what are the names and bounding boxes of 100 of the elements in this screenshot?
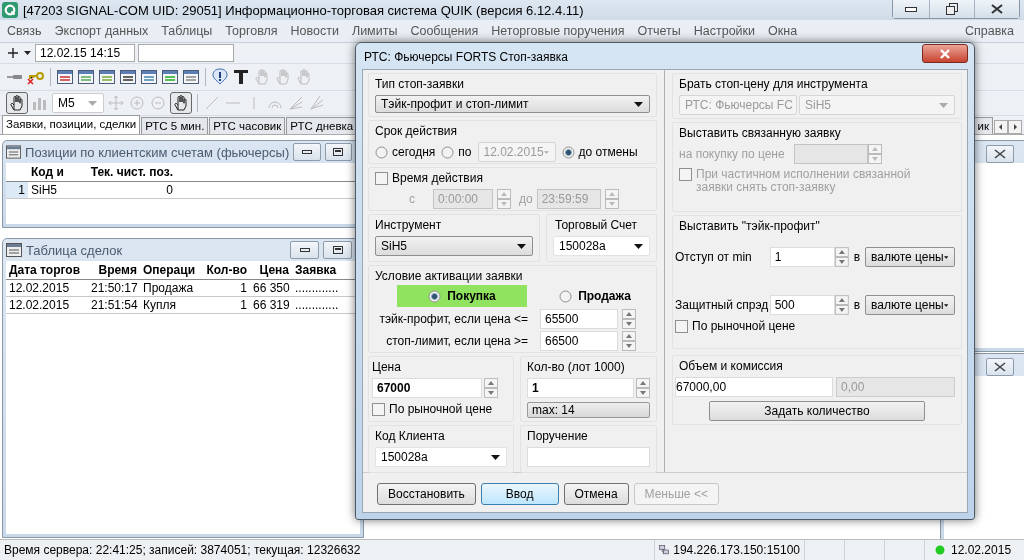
restore-button[interactable] xyxy=(929,0,974,18)
menu-item[interactable]: Торговля xyxy=(218,24,284,38)
column-header[interactable]: Код и xyxy=(28,163,80,181)
spinner-buttons[interactable] xyxy=(622,309,636,329)
caret-icon xyxy=(491,454,500,460)
client-code-dropdown[interactable]: 150028a xyxy=(375,447,507,467)
table-icon[interactable] xyxy=(98,68,116,86)
close-button[interactable] xyxy=(922,44,968,63)
radio-button[interactable] xyxy=(559,289,573,303)
hand-icon[interactable] xyxy=(8,94,26,112)
field-label: с xyxy=(409,192,416,206)
column-header[interactable]: Операци xyxy=(140,261,200,279)
radio-button[interactable] xyxy=(441,145,455,159)
checkbox[interactable] xyxy=(372,402,385,416)
commission-field: 0,00 xyxy=(836,377,955,397)
menu-item[interactable]: Новости xyxy=(283,24,345,38)
spinner-buttons[interactable] xyxy=(622,331,636,351)
dialog-button[interactable]: Восстановить xyxy=(377,483,476,505)
spinner-buttons[interactable] xyxy=(484,378,498,398)
server-address: 194.226.173.150:15100 xyxy=(673,543,800,557)
menu-item[interactable]: Отчеты xyxy=(630,24,687,38)
checkbox[interactable] xyxy=(675,319,688,333)
menu-item[interactable]: Неторговые поручения xyxy=(484,24,631,38)
column-header[interactable]: Дата торгов xyxy=(6,261,88,279)
group-label: Цена xyxy=(372,360,402,374)
instruction-field[interactable] xyxy=(527,447,650,467)
account-dropdown[interactable]: 150028a xyxy=(553,236,650,256)
quantity-field[interactable]: 1 xyxy=(527,378,634,398)
spinner-buttons[interactable] xyxy=(636,378,650,398)
table-cell-text: Купля xyxy=(142,297,177,313)
tab[interactable]: Заявки, позиции, сделки xyxy=(2,115,141,134)
dropdown-arrow-icon[interactable] xyxy=(23,49,32,57)
menu-item[interactable]: Экспорт данных xyxy=(47,24,155,38)
price-field[interactable]: 66500 xyxy=(540,331,618,351)
spinner-buttons[interactable] xyxy=(834,247,849,267)
column-header[interactable]: Тек. чист. поз. xyxy=(80,163,176,181)
interval-dropdown[interactable]: M5 xyxy=(52,93,104,113)
minimize-button[interactable] xyxy=(290,241,319,259)
scroll-left-icon[interactable] xyxy=(994,120,1008,134)
dialog-button[interactable]: Отмена xyxy=(563,483,629,505)
close-button[interactable] xyxy=(974,0,1019,18)
menu-item[interactable]: Сообщения xyxy=(403,24,485,38)
minimize-button[interactable] xyxy=(893,0,929,18)
close-button[interactable] xyxy=(986,145,1014,163)
tab[interactable]: РТС 5 мин. xyxy=(141,117,209,134)
menu-item[interactable]: Справка xyxy=(957,24,1020,38)
column-header[interactable]: Кол-во xyxy=(200,261,250,279)
menu-item[interactable]: Настройки xyxy=(686,24,762,38)
group-label: Брать стоп-цену для инструмента xyxy=(679,77,869,91)
window-title: [47203 SIGNAL-COM UID: 29051] Информационно-торговая система QUIK (версия 6.12.4.11) xyxy=(23,2,584,18)
field-label: в xyxy=(853,250,860,264)
minimize-button[interactable] xyxy=(293,143,321,161)
table-cell-text: 12.02.2015 xyxy=(8,280,71,296)
radio-button[interactable] xyxy=(561,145,575,159)
column-header[interactable]: Заявка xyxy=(292,261,350,279)
tab[interactable]: РТС дневка xyxy=(286,117,358,134)
maximize-button[interactable] xyxy=(324,143,352,161)
text-tool-icon[interactable] xyxy=(232,68,250,86)
tab[interactable]: РТС часовик xyxy=(209,117,286,134)
table-cell-text: 0 xyxy=(165,182,174,198)
order-type-dropdown[interactable]: Тэйк-профит и стоп-лимит xyxy=(375,95,650,113)
group-label: Торговый Счет xyxy=(554,218,639,232)
instrument-dropdown[interactable]: SiH5 xyxy=(375,236,533,256)
table-icon[interactable] xyxy=(77,68,95,86)
window-title: Позиции по клиентским счетам (фьючерсы) xyxy=(25,144,290,160)
column-header[interactable]: Время xyxy=(88,261,140,279)
menu-item[interactable]: Лимиты xyxy=(344,24,404,38)
scroll-right-icon[interactable] xyxy=(1008,120,1022,134)
dialog-button[interactable]: Ввод xyxy=(480,483,559,505)
menu-item[interactable]: Связь xyxy=(0,24,48,38)
table-icon[interactable] xyxy=(182,68,200,86)
menu-item[interactable]: Таблицы xyxy=(154,24,219,38)
unit-dropdown[interactable]: валюте цены xyxy=(865,295,955,315)
offset-field[interactable]: 1 xyxy=(769,247,835,267)
column-header[interactable]: Цена xyxy=(250,261,292,279)
table-icon[interactable] xyxy=(119,68,137,86)
datetime-field[interactable]: 12.02.15 14:15 xyxy=(35,44,135,62)
table-icon[interactable] xyxy=(56,68,74,86)
price-field[interactable]: 67000 xyxy=(372,378,482,398)
table-cell-text: 66 350 xyxy=(252,280,291,296)
unit-dropdown[interactable]: валюте цены xyxy=(865,247,955,267)
price-field[interactable]: 65500 xyxy=(540,309,618,329)
spread-field[interactable]: 500 xyxy=(769,295,835,315)
hand-icon[interactable] xyxy=(172,94,190,112)
checkbox[interactable] xyxy=(375,171,388,185)
table-icon[interactable] xyxy=(161,68,179,86)
table-icon[interactable] xyxy=(140,68,158,86)
close-button[interactable] xyxy=(986,358,1014,376)
text-field[interactable] xyxy=(138,44,234,62)
set-quantity-button[interactable]: Задать количество xyxy=(709,401,925,421)
menu-item[interactable]: Окна xyxy=(761,24,804,38)
radio-label: сегодня xyxy=(392,145,436,159)
caret-icon xyxy=(943,302,948,308)
spinner-buttons[interactable] xyxy=(834,295,849,315)
radio-button[interactable] xyxy=(428,289,442,303)
plus-icon[interactable] xyxy=(6,46,20,60)
alert-icon[interactable] xyxy=(211,68,229,86)
radio-button[interactable] xyxy=(375,145,388,159)
minimize-icon xyxy=(299,248,310,252)
maximize-button[interactable] xyxy=(323,241,352,259)
